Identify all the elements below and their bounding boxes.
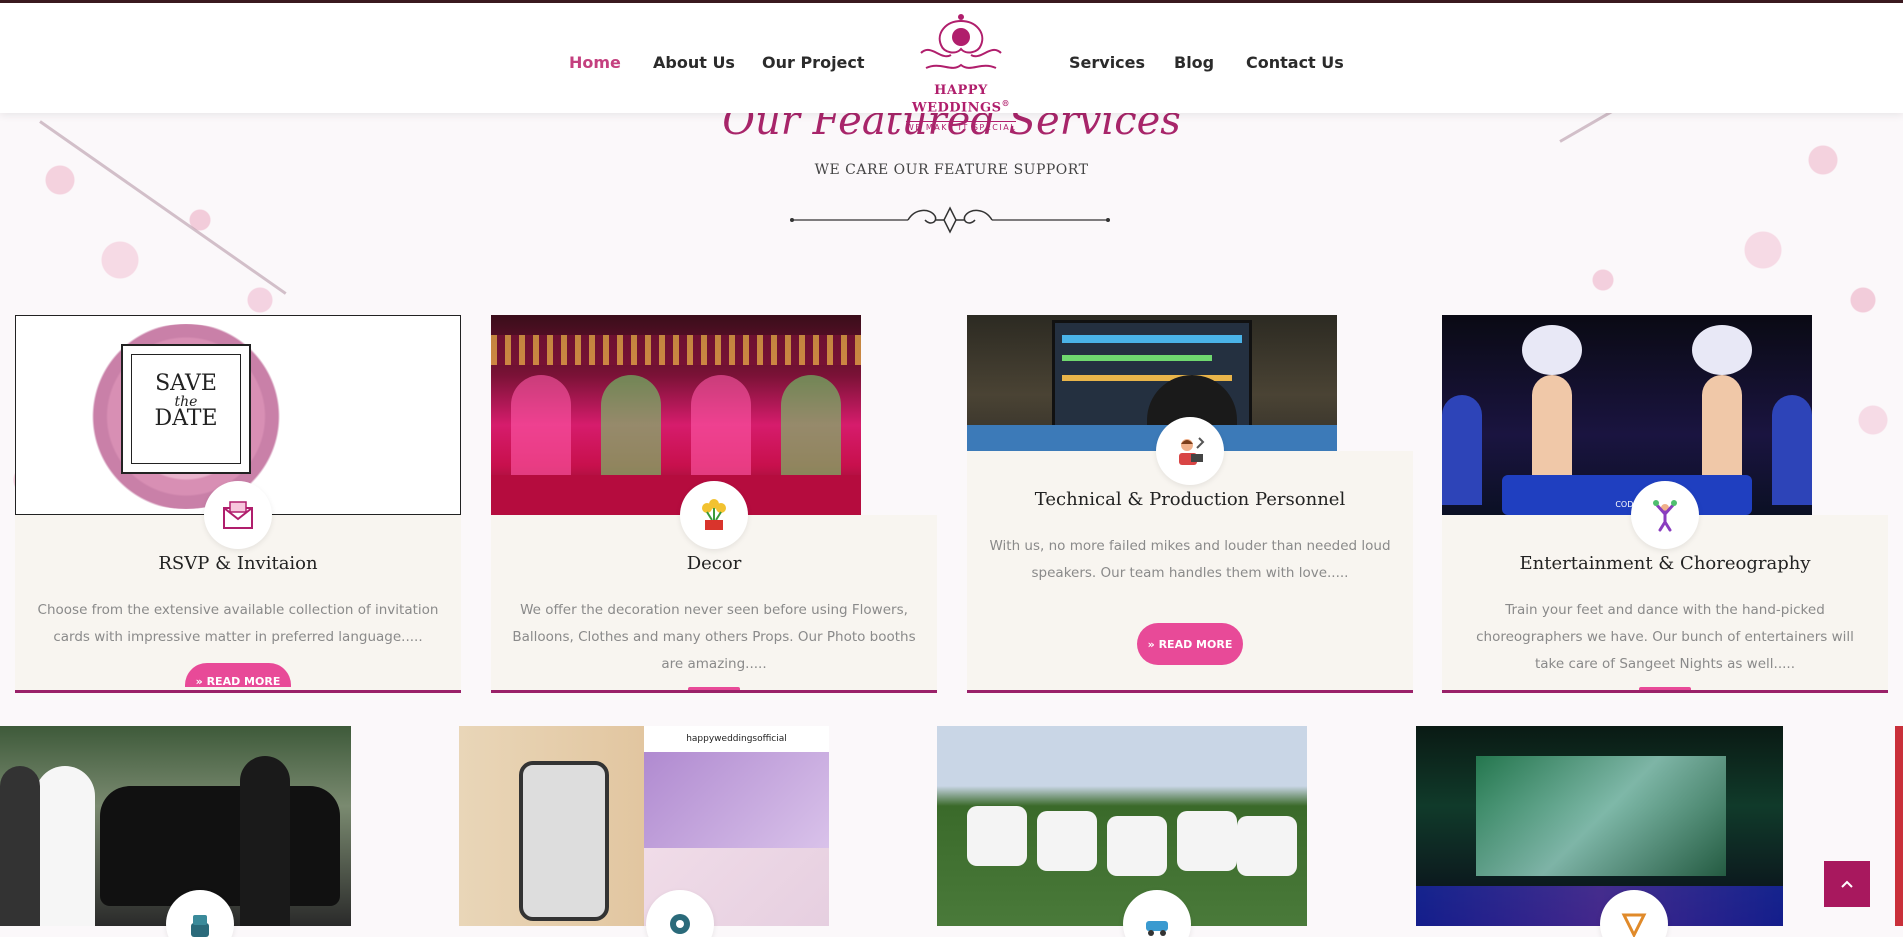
ornament-divider-icon <box>790 206 1110 234</box>
rsvp-envelope-icon <box>204 481 272 549</box>
card-body: RSVP & Invitaion Choose from the extensi… <box>15 481 461 693</box>
instagram-phone-photo: happyweddingsofficial <box>459 726 829 926</box>
card-title: RSVP & Invitaion <box>158 553 318 574</box>
site-logo[interactable]: HAPPY WEDDINGS® WE MAKE IT SPECIAL <box>888 13 1034 132</box>
card-description: We offer the decoration never seen befor… <box>512 602 916 672</box>
scroll-to-top-button[interactable] <box>1824 861 1870 907</box>
read-more-button-hidden[interactable] <box>688 687 740 690</box>
nav-home[interactable]: Home <box>569 53 621 72</box>
logo-tagline: WE MAKE IT SPECIAL <box>905 121 1017 133</box>
card-description: With us, no more failed mikes and louder… <box>989 538 1391 581</box>
decor-image <box>491 315 861 515</box>
service-card-rsvp: SAVE the DATE RSVP & Invitaion Choose fr… <box>15 315 461 693</box>
nav-blog[interactable]: Blog <box>1174 53 1214 72</box>
date-text: DATE <box>154 406 218 431</box>
service-card-decor: Decor We offer the decoration never seen… <box>491 315 937 693</box>
card-description: Train your feet and dance with the hand-… <box>1476 602 1854 672</box>
service-card-technical: Technical & Production Personnel With us… <box>967 315 1413 693</box>
wedding-couple-car-photo <box>0 726 351 926</box>
service-card-entertainment: CODA Entertainment & Choreography Train … <box>1442 315 1888 693</box>
read-more-button[interactable]: » READ MORE <box>1137 623 1243 665</box>
flower-pot-icon <box>680 481 748 549</box>
section-subtitle: WE CARE OUR FEATURE SUPPORT <box>814 162 1089 178</box>
edge-image <box>1895 726 1903 926</box>
card-body: Decor We offer the decoration never seen… <box>491 481 937 693</box>
card-body: Technical & Production Personnel With us… <box>967 417 1413 693</box>
save-text: SAVE <box>155 371 217 396</box>
card-body: Entertainment & Choreography Train your … <box>1442 481 1888 693</box>
logo-name: HAPPY WEDDINGS® <box>911 83 1010 116</box>
read-more-button-hidden[interactable] <box>1639 687 1691 690</box>
decorated-cars-photo <box>937 726 1307 926</box>
site-header: Home About Us Our Project HAPPY WEDDINGS… <box>0 3 1903 132</box>
nav-about-us[interactable]: About Us <box>653 53 735 72</box>
coda-brand-text: CODA <box>1615 500 1639 509</box>
card-description: Choose from the extensive available coll… <box>37 602 439 645</box>
led-stage-photo <box>1416 726 1783 926</box>
save-the-date-frame: SAVE the DATE <box>121 344 251 474</box>
card-title: Technical & Production Personnel <box>1034 489 1346 510</box>
read-more-button[interactable]: » READ MORE <box>185 663 291 687</box>
nav-services[interactable]: Services <box>1069 53 1145 72</box>
nav-our-project[interactable]: Our Project <box>762 53 865 72</box>
card-title: Entertainment & Choreography <box>1519 553 1811 574</box>
chevron-up-icon <box>1841 880 1853 888</box>
card-title: Decor <box>686 553 742 574</box>
instagram-handle: happyweddingsofficial <box>644 726 829 752</box>
technician-icon <box>1156 417 1224 485</box>
dancers-image: CODA <box>1442 315 1812 515</box>
dancer-icon <box>1631 481 1699 549</box>
nav-contact-us[interactable]: Contact Us <box>1246 53 1344 72</box>
logo-emblem-icon <box>920 14 1002 69</box>
